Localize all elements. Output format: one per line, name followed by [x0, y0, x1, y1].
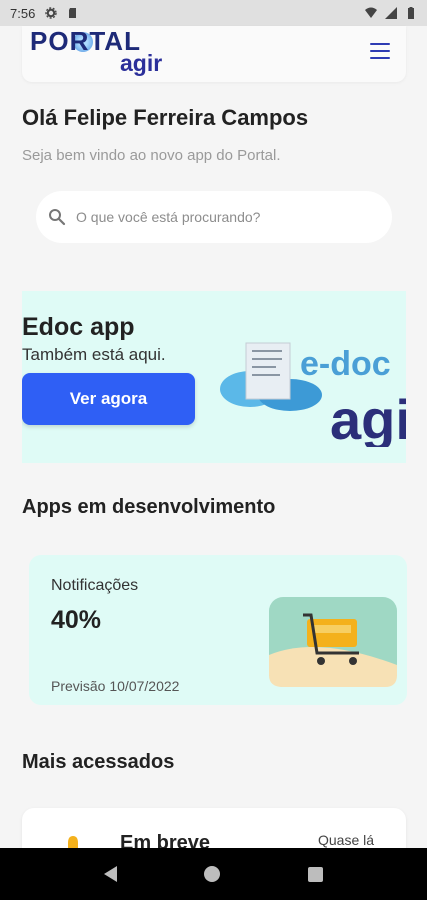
- recent-apps-icon[interactable]: [308, 866, 324, 882]
- search-bar[interactable]: [36, 191, 392, 243]
- settings-icon: [45, 7, 58, 19]
- shopping-cart-illustration: [269, 597, 397, 687]
- access-section-title: Mais acessados: [22, 751, 175, 773]
- dev-app-name: Notificações: [51, 577, 139, 594]
- system-nav-bar: [0, 848, 427, 900]
- status-time: 7:56: [10, 5, 36, 21]
- sd-card-icon: [69, 8, 77, 18]
- portal-agir-logo: PORTAL agir: [28, 26, 188, 80]
- edoc-banner: Edoc app Também está aqui. Ver agora e-d…: [22, 291, 406, 463]
- dev-app-forecast: Previsão 10/07/2022: [51, 678, 180, 694]
- search-icon: [49, 209, 66, 226]
- greeting-subtitle: Seja bem vindo ao novo app do Portal.: [22, 147, 281, 164]
- ver-agora-button[interactable]: Ver agora: [22, 373, 195, 425]
- search-input[interactable]: [76, 209, 356, 225]
- banner-title: Edoc app: [22, 313, 135, 341]
- dev-section-title: Apps em desenvolvimento: [22, 496, 276, 518]
- battery-icon: [408, 7, 414, 19]
- back-icon[interactable]: [103, 866, 117, 882]
- edoc-illustration: e-doc agir: [220, 342, 406, 447]
- dev-app-progress: 40%: [51, 606, 102, 634]
- art-sub: agir: [330, 388, 406, 447]
- signal-icon: [385, 7, 397, 19]
- dev-app-card[interactable]: Notificações 40% Previsão 10/07/2022: [29, 555, 407, 705]
- art-text: e-doc: [300, 345, 391, 383]
- logo-sub: agir: [120, 50, 163, 76]
- status-bar: 7:56: [0, 0, 427, 26]
- banner-subtitle: Também está aqui.: [22, 345, 166, 364]
- app-header: PORTAL agir: [22, 26, 406, 82]
- greeting-title: Olá Felipe Ferreira Campos: [22, 105, 309, 130]
- wifi-icon: [365, 7, 377, 18]
- hamburger-menu-icon[interactable]: [370, 43, 390, 59]
- home-icon[interactable]: [204, 866, 221, 882]
- access-card-tag: Quase lá: [318, 832, 375, 848]
